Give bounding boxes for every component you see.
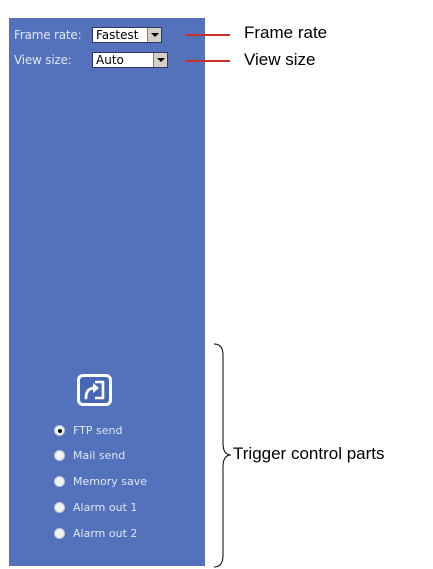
radio-button[interactable] <box>54 502 65 513</box>
radio-button[interactable] <box>54 476 65 487</box>
view-size-leader <box>186 60 230 62</box>
radio-button[interactable] <box>54 425 65 436</box>
chevron-down-icon[interactable] <box>147 28 161 42</box>
frame-rate-value: Fastest <box>96 28 139 42</box>
share-arrow-icon <box>84 380 105 400</box>
brace-bracket <box>213 343 232 568</box>
view-size-callout: View size <box>244 50 316 69</box>
trigger-control-callout: Trigger control parts <box>233 444 385 463</box>
frame-rate-leader <box>186 34 230 36</box>
trigger-option-label: Alarm out 2 <box>73 527 138 540</box>
frame-rate-label: Frame rate: <box>14 28 82 42</box>
radio-button[interactable] <box>54 450 65 461</box>
view-size-select[interactable]: Auto <box>92 52 168 68</box>
trigger-option-label: Alarm out 1 <box>73 501 138 514</box>
trigger-option-label: Memory save <box>73 475 147 488</box>
trigger-option-label: Mail send <box>73 449 126 462</box>
radio-button[interactable] <box>54 528 65 539</box>
view-size-value: Auto <box>96 53 124 67</box>
frame-rate-callout: Frame rate <box>244 23 328 42</box>
trigger-button[interactable] <box>77 374 112 406</box>
frame-rate-select[interactable]: Fastest <box>92 27 162 43</box>
trigger-option-label: FTP send <box>73 424 123 437</box>
chevron-down-icon[interactable] <box>153 53 167 67</box>
view-size-label: View size: <box>14 53 72 67</box>
